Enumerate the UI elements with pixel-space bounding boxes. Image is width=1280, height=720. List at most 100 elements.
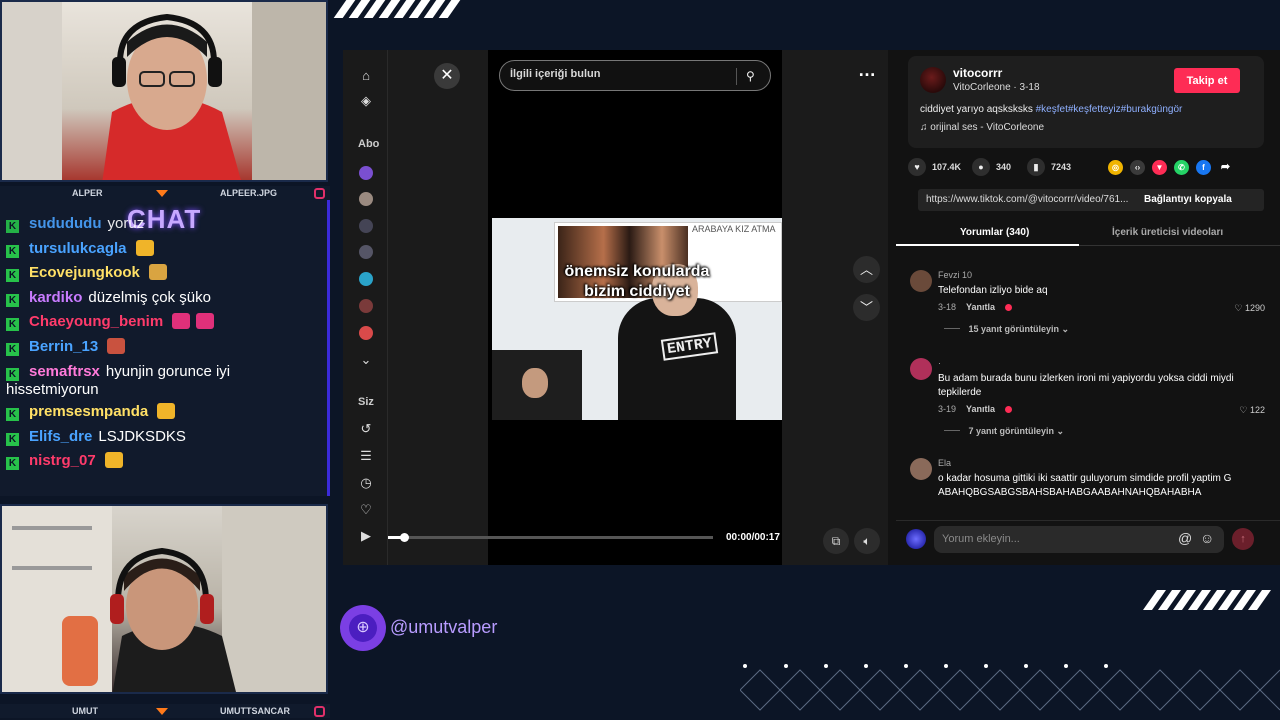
- search-bar[interactable]: ⚲: [499, 60, 771, 91]
- streamer-name-right: ALPEER.JPG: [220, 188, 278, 198]
- comment-stat[interactable]: ● 340: [972, 158, 1011, 176]
- commenter-name[interactable]: Ela: [938, 458, 951, 468]
- heart-outline-icon: ♡: [1234, 303, 1245, 313]
- chat-username[interactable]: Ecovejungkook: [29, 264, 140, 281]
- chat-username[interactable]: Berrin_13: [29, 338, 98, 355]
- chat-username[interactable]: nistrg_07: [29, 452, 96, 469]
- next-video-button[interactable]: ﹀: [853, 294, 880, 321]
- streamer-name-right: UMUTTSANCAR: [220, 706, 290, 716]
- tab-creator-videos[interactable]: İçerik üreticisi videoları: [1112, 227, 1223, 238]
- followed-account-avatar[interactable]: [359, 272, 373, 286]
- share-link-row: https://www.tiktok.com/@vitocorrr/video/…: [918, 189, 1264, 211]
- comment-like-count: 1290: [1244, 303, 1265, 313]
- search-divider: [736, 68, 737, 85]
- author-avatar[interactable]: [920, 67, 946, 93]
- previous-video-button[interactable]: ︿: [853, 256, 880, 283]
- mention-icon[interactable]: @: [1178, 530, 1192, 546]
- hashtags-link[interactable]: #keşfet#keşfetteyiz#burakgüngör: [1036, 104, 1183, 115]
- search-input[interactable]: [510, 68, 730, 80]
- emoji-icon[interactable]: ☺: [1200, 530, 1214, 546]
- chat-username[interactable]: Elifs_dre: [29, 428, 92, 445]
- author-username[interactable]: vitocorrr: [953, 66, 1002, 80]
- chat-username[interactable]: semaftrsx: [29, 363, 100, 380]
- chat-username[interactable]: Chaeyoung_benim: [29, 313, 163, 330]
- reply-button[interactable]: Yanıtla: [966, 302, 995, 312]
- more-options-button[interactable]: …: [854, 61, 880, 86]
- triangle-icon: [156, 707, 168, 715]
- chevron-down-icon[interactable]: ⌄: [358, 352, 374, 368]
- commenter-avatar[interactable]: [910, 458, 932, 480]
- like-stat[interactable]: ♥ 107.4K: [908, 158, 961, 176]
- share-link-url[interactable]: https://www.tiktok.com/@vitocorrr/video/…: [926, 194, 1128, 205]
- floating-player-button[interactable]: ⧉: [823, 528, 849, 554]
- copy-link-button[interactable]: Bağlantıyı kopyala: [1144, 194, 1232, 205]
- triangle-icon: [156, 189, 168, 197]
- followed-account-avatar[interactable]: [359, 326, 373, 340]
- explore-icon[interactable]: ◈: [358, 93, 374, 109]
- chat-messages: Ksudududu yoruz Ktursulukcagla K Ecovejungko…: [6, 215, 324, 474]
- liked-icon[interactable]: ♡: [358, 502, 374, 518]
- caption-line-2: bizim ciddiyet: [584, 283, 690, 300]
- commenter-name[interactable]: ·: [938, 358, 941, 368]
- save-stat[interactable]: ▮ 7243: [1027, 158, 1071, 176]
- facebook-icon[interactable]: f: [1196, 160, 1211, 175]
- clock-icon[interactable]: ◷: [358, 475, 374, 491]
- chat-panel: CHAT Ksudududu yoruz Ktursulukcagla K Ecovej…: [0, 200, 330, 496]
- home-icon[interactable]: ⌂: [358, 67, 374, 83]
- coin-share-icon[interactable]: ◎: [1108, 160, 1123, 175]
- tab-comments[interactable]: Yorumlar (340): [960, 227, 1029, 238]
- chat-username[interactable]: sudududu: [29, 215, 101, 232]
- comment-input-box[interactable]: @ ☺: [934, 526, 1224, 553]
- view-replies-label: 7 yanıt görüntüleyin: [968, 426, 1055, 436]
- followed-account-avatar[interactable]: [359, 299, 373, 313]
- send-comment-button[interactable]: ↑: [1232, 528, 1254, 550]
- playlist-icon[interactable]: ☰: [358, 448, 374, 464]
- send-share-icon[interactable]: ▼: [1152, 160, 1167, 175]
- followed-account-avatar[interactable]: [359, 219, 373, 233]
- emote-icon: [107, 337, 126, 354]
- comment-item: Fevzi 10 Telefondan izliyo bide aq 3-18 …: [910, 270, 1265, 340]
- chevron-down-icon: ⌄: [1054, 426, 1065, 436]
- video-progress-bar[interactable]: [388, 533, 713, 542]
- kick-badge-icon: K: [6, 432, 19, 446]
- comment-icon: ●: [972, 158, 990, 176]
- follow-button[interactable]: Takip et: [1174, 68, 1240, 93]
- chat-username[interactable]: kardiko: [29, 289, 82, 306]
- chat-username[interactable]: premsesmpanda: [29, 403, 148, 420]
- creator-reaction-icon: [1005, 405, 1013, 413]
- video-caption: önemsiz konularda bizim ciddiyet: [492, 262, 782, 302]
- commenter-name[interactable]: Fevzi 10: [938, 270, 972, 280]
- comment-date: 3-18: [938, 302, 957, 312]
- followed-account-avatar[interactable]: [359, 192, 373, 206]
- author-subline: VitoCorleone · 3-18: [953, 82, 1040, 93]
- music-info[interactable]: ♫ orijinal ses - VitoCorleone: [920, 122, 1044, 133]
- share-arrow-icon[interactable]: ➦: [1218, 160, 1233, 175]
- chat-message: Kkardiko düzelmiş çok şüko: [6, 286, 324, 311]
- comment-like-button[interactable]: ♡ 1290: [1234, 303, 1265, 314]
- close-button[interactable]: ✕: [434, 63, 460, 89]
- chat-username[interactable]: tursulukcagla: [29, 240, 127, 257]
- view-replies-button[interactable]: 15 yanıt görüntüleyin ⌄: [944, 324, 1070, 335]
- progress-knob[interactable]: [400, 533, 410, 542]
- comment-input[interactable]: [942, 533, 1172, 545]
- comment-text: Bu adam burada bunu izlerken ironi mi ya…: [938, 373, 1234, 398]
- comment-like-button[interactable]: ♡ 122: [1239, 405, 1265, 416]
- history-icon[interactable]: ↺: [358, 421, 374, 437]
- engagement-stats: ♥ 107.4K ● 340 ▮ 7243 ◎ ‹› ▼ ✆ f ➦: [908, 158, 1264, 178]
- globe-icon-inner: ⊕: [349, 614, 377, 642]
- reply-button[interactable]: Yanıtla: [966, 404, 995, 414]
- commenter-avatar[interactable]: [910, 358, 932, 380]
- kick-badge-icon: K: [6, 244, 19, 258]
- commenter-avatar[interactable]: [910, 270, 932, 292]
- top-stripes-decoration: [333, 0, 461, 18]
- chevron-down-icon: ⌄: [1059, 324, 1070, 334]
- videos-icon[interactable]: ▶: [358, 528, 374, 544]
- whatsapp-icon[interactable]: ✆: [1174, 160, 1189, 175]
- view-replies-button[interactable]: 7 yanıt görüntüleyin ⌄: [944, 426, 1065, 437]
- search-icon[interactable]: ⚲: [746, 69, 755, 83]
- embed-icon[interactable]: ‹›: [1130, 160, 1145, 175]
- volume-button[interactable]: 🔈︎: [854, 528, 880, 554]
- followed-account-avatar[interactable]: [359, 166, 373, 180]
- music-title: orijinal ses - VitoCorleone: [930, 122, 1045, 133]
- followed-account-avatar[interactable]: [359, 245, 373, 259]
